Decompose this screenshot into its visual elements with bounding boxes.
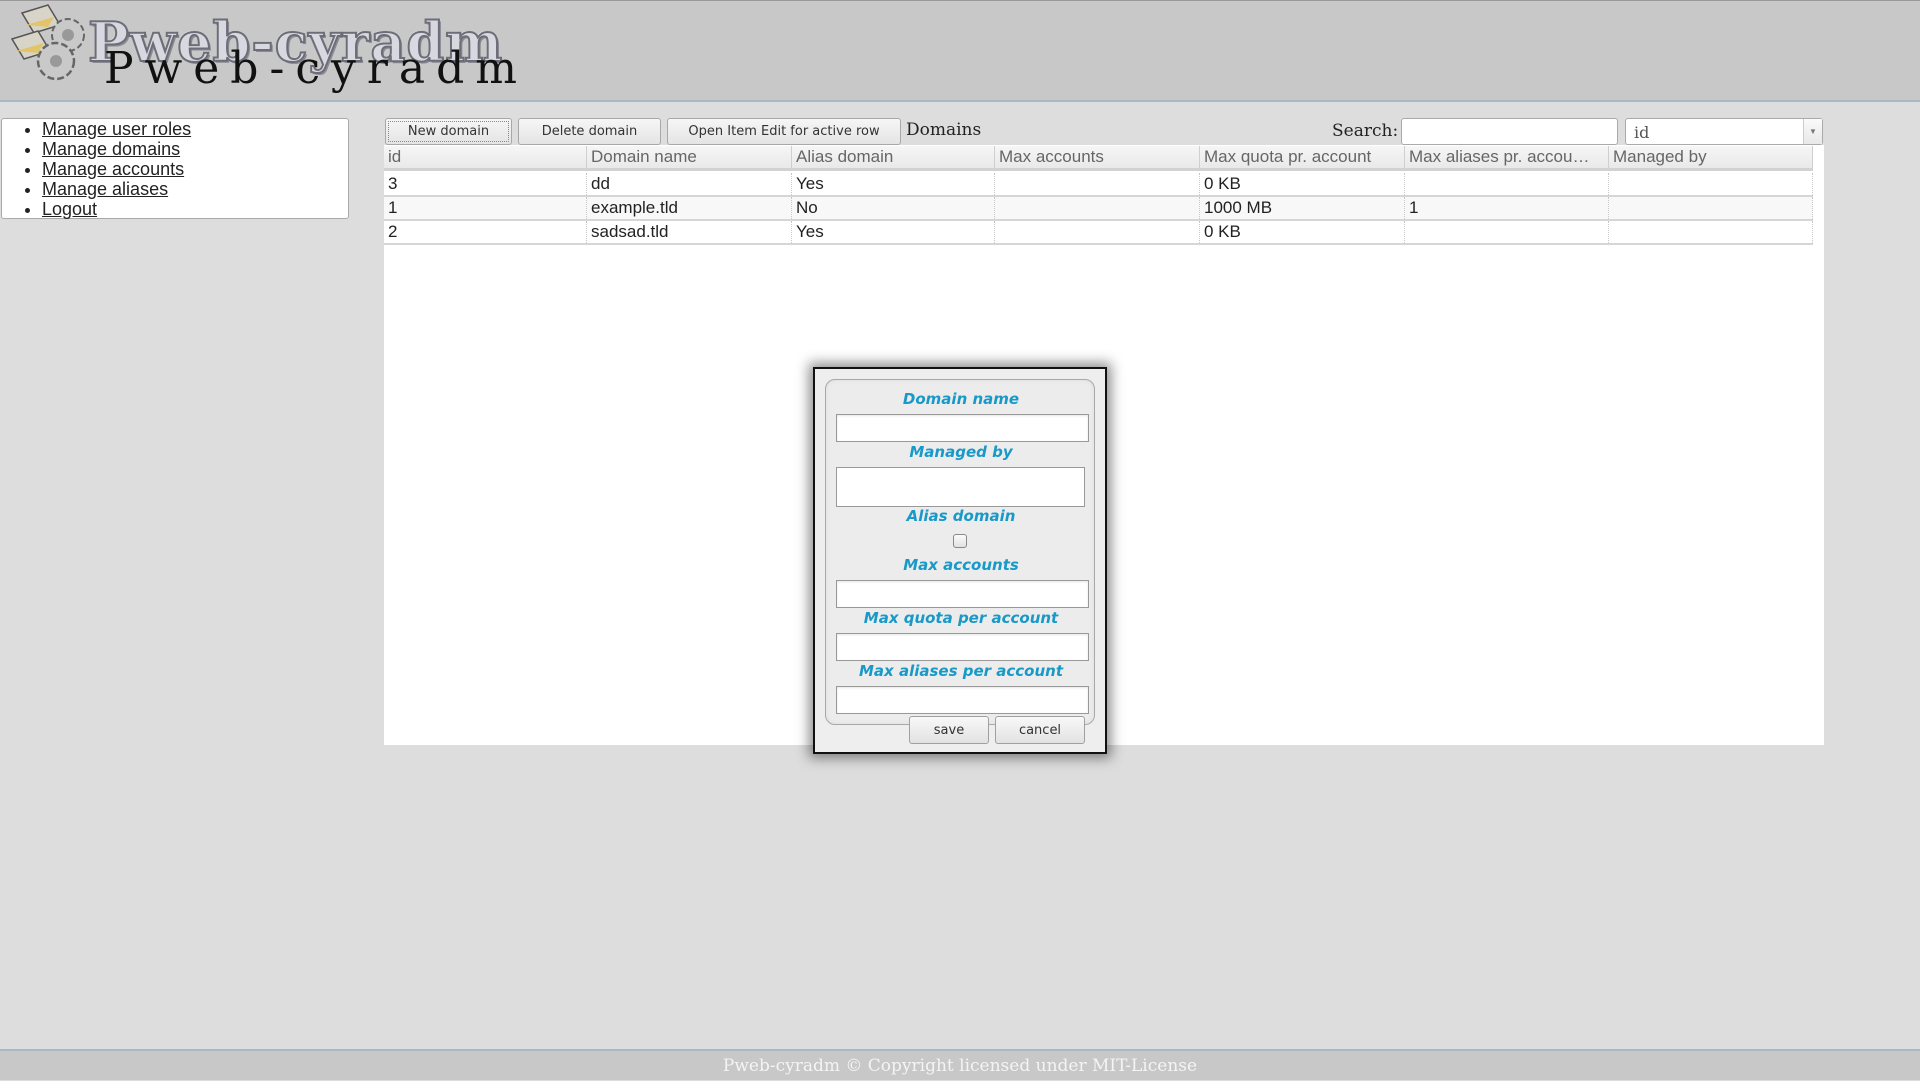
column-header-max-quota[interactable]: Max quota pr. account xyxy=(1200,146,1405,168)
column-header-max-accounts[interactable]: Max accounts xyxy=(995,146,1200,168)
save-button[interactable]: save xyxy=(909,716,989,744)
manage-user-roles-link[interactable]: Manage user roles xyxy=(42,119,191,139)
sidebar-item-aliases: Manage aliases xyxy=(42,179,348,199)
cell-alias-domain[interactable]: Yes xyxy=(792,221,995,243)
mail-gears-icon xyxy=(10,4,85,81)
grid-toolbar: New domain Delete domain Open Item Edit … xyxy=(384,117,1824,145)
search-field-selected-value: id xyxy=(1634,123,1650,142)
domain-edit-dialog: Domain name Managed by Alias domain Max … xyxy=(813,367,1107,754)
column-header-managed-by[interactable]: Managed by xyxy=(1609,146,1813,168)
manage-accounts-link[interactable]: Manage accounts xyxy=(42,159,184,179)
table-row[interactable]: 3 dd Yes 0 KB xyxy=(384,173,1813,197)
cell-managed-by[interactable] xyxy=(1609,197,1813,219)
cell-alias-domain[interactable]: Yes xyxy=(792,173,995,195)
max-aliases-input[interactable] xyxy=(836,686,1089,714)
max-quota-label: Max quota per account xyxy=(863,609,1059,627)
cell-domain-name[interactable]: example.tld xyxy=(587,197,792,219)
sidebar-item-user-roles: Manage user roles xyxy=(42,119,348,139)
max-accounts-label: Max accounts xyxy=(903,556,1019,574)
sidebar-menu: Manage user roles Manage domains Manage … xyxy=(2,119,348,219)
cell-max-aliases[interactable] xyxy=(1405,221,1609,243)
page-header: Pweb-cyradm Pweb-cyradm xyxy=(0,0,1920,102)
cell-max-aliases[interactable]: 1 xyxy=(1405,197,1609,219)
column-header-max-aliases[interactable]: Max aliases pr. accou… xyxy=(1405,146,1609,168)
cell-id[interactable]: 1 xyxy=(384,197,587,219)
sidebar-item-domains: Manage domains xyxy=(42,139,348,159)
cancel-button[interactable]: cancel xyxy=(995,716,1085,744)
manage-aliases-link[interactable]: Manage aliases xyxy=(42,179,168,199)
cell-max-quota[interactable]: 1000 MB xyxy=(1200,197,1405,219)
new-domain-button[interactable]: New domain xyxy=(385,118,512,145)
sidebar-item-accounts: Manage accounts xyxy=(42,159,348,179)
domain-name-label: Domain name xyxy=(902,390,1020,408)
cell-max-quota[interactable]: 0 KB xyxy=(1200,221,1405,243)
cell-max-quota[interactable]: 0 KB xyxy=(1200,173,1405,195)
grid-title: Domains xyxy=(906,120,982,140)
domain-name-input[interactable] xyxy=(836,414,1089,442)
column-header-domain-name[interactable]: Domain name xyxy=(587,146,792,168)
max-accounts-input[interactable] xyxy=(836,580,1089,608)
search-label: Search: xyxy=(1332,121,1399,141)
cell-max-aliases[interactable] xyxy=(1405,173,1609,195)
cell-id[interactable]: 2 xyxy=(384,221,587,243)
column-header-alias-domain[interactable]: Alias domain xyxy=(792,146,995,168)
grid-body: 3 dd Yes 0 KB 1 example.tld No 1000 MB 1… xyxy=(384,173,1813,245)
managed-by-input[interactable] xyxy=(836,467,1085,507)
cell-id[interactable]: 3 xyxy=(384,173,587,195)
cell-domain-name[interactable]: sadsad.tld xyxy=(587,221,792,243)
cell-max-accounts[interactable] xyxy=(995,197,1200,219)
cell-managed-by[interactable] xyxy=(1609,173,1813,195)
page-footer: Pweb-cyradm © Copyright licensed under M… xyxy=(0,1049,1920,1080)
cell-max-accounts[interactable] xyxy=(995,173,1200,195)
open-item-edit-button[interactable]: Open Item Edit for active row xyxy=(667,118,901,145)
dropdown-arrow-icon[interactable]: ▼ xyxy=(1803,119,1822,144)
column-header-id[interactable]: id xyxy=(384,146,587,168)
alias-domain-label: Alias domain xyxy=(906,507,1016,525)
cell-max-accounts[interactable] xyxy=(995,221,1200,243)
manage-domains-link[interactable]: Manage domains xyxy=(42,139,180,159)
logout-link[interactable]: Logout xyxy=(42,199,97,219)
cell-domain-name[interactable]: dd xyxy=(587,173,792,195)
table-row[interactable]: 2 sadsad.tld Yes 0 KB xyxy=(384,221,1813,245)
delete-domain-button[interactable]: Delete domain xyxy=(518,118,661,145)
search-field-select[interactable]: id ▼ xyxy=(1625,118,1823,145)
cell-managed-by[interactable] xyxy=(1609,221,1813,243)
max-quota-input[interactable] xyxy=(836,633,1089,661)
managed-by-label: Managed by xyxy=(909,443,1013,461)
alias-domain-checkbox[interactable] xyxy=(953,534,967,548)
cell-alias-domain[interactable]: No xyxy=(792,197,995,219)
sidebar-item-logout: Logout xyxy=(42,199,348,219)
grid-header-row: id Domain name Alias domain Max accounts… xyxy=(384,146,1813,171)
max-aliases-label: Max aliases per account xyxy=(859,662,1063,680)
domain-form: Domain name Managed by Alias domain Max … xyxy=(825,379,1095,725)
search-input[interactable] xyxy=(1401,118,1618,145)
sidebar-nav: Manage user roles Manage domains Manage … xyxy=(1,118,349,219)
site-title: Pweb-cyradm xyxy=(104,43,528,94)
table-row[interactable]: 1 example.tld No 1000 MB 1 xyxy=(384,197,1813,221)
